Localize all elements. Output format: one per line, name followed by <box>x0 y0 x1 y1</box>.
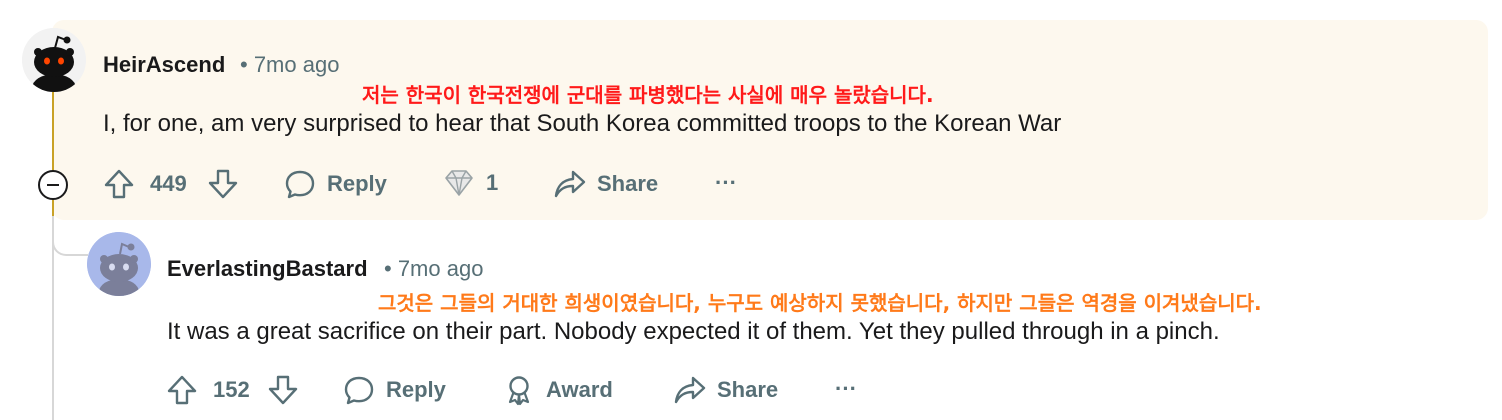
award-ribbon-icon <box>508 376 530 406</box>
award-button[interactable]: Award <box>503 374 613 406</box>
reply-button[interactable]: Reply <box>343 374 446 406</box>
avatar[interactable] <box>87 232 151 296</box>
collapse-thread-button[interactable] <box>38 170 68 200</box>
share-arrow-icon <box>554 170 586 198</box>
more-options-button[interactable]: ··· <box>835 376 857 402</box>
downvote-button[interactable] <box>206 168 240 200</box>
comment-author[interactable]: HeirAscend <box>103 52 225 78</box>
comment-author[interactable]: EverlastingBastard <box>167 256 368 282</box>
share-label: Share <box>597 171 659 196</box>
comment-timestamp[interactable]: • 7mo ago <box>240 52 339 78</box>
avatar[interactable] <box>22 28 86 92</box>
share-button[interactable]: Share <box>553 168 658 200</box>
downvote-arrow-icon <box>268 375 298 405</box>
thread-line[interactable] <box>52 92 54 220</box>
more-options-icon: ··· <box>835 376 857 401</box>
comment-bubble-icon <box>285 170 315 199</box>
vote-count: 449 <box>150 171 187 196</box>
share-arrow-icon <box>674 376 706 404</box>
upvote-arrow-icon <box>104 169 134 199</box>
comment-body: It was a great sacrifice on their part. … <box>167 318 1220 345</box>
upvote-button[interactable] <box>165 374 199 406</box>
translation-overlay: 그것은 그들의 거대한 희생이였습니다, 누구도 예상하지 못했습니다, 하지만… <box>378 291 1262 315</box>
reply-label: Reply <box>327 171 387 196</box>
snoo-avatar-icon <box>22 28 86 92</box>
upvote-button[interactable] <box>102 168 136 200</box>
comment-thread: HeirAscend • 7mo ago 저는 한국이 한국전쟁에 군대를 파병… <box>0 0 1502 420</box>
more-options-button[interactable]: ··· <box>715 170 737 196</box>
share-label: Share <box>717 377 779 402</box>
comment-body: I, for one, am very surprised to hear th… <box>103 110 1062 137</box>
downvote-button[interactable] <box>266 374 300 406</box>
comment-bubble-icon <box>344 376 374 405</box>
snoo-avatar-icon <box>87 232 151 296</box>
award-count: 1 <box>486 170 499 195</box>
reply-button[interactable]: Reply <box>284 168 387 200</box>
translation-overlay: 저는 한국이 한국전쟁에 군대를 파병했다는 사실에 매우 놀랐습니다. <box>362 83 934 107</box>
share-button[interactable]: Share <box>673 374 778 406</box>
comment-timestamp[interactable]: • 7mo ago <box>384 256 483 282</box>
more-options-icon: ··· <box>715 170 737 195</box>
thread-connector <box>52 216 88 256</box>
downvote-arrow-icon <box>208 169 238 199</box>
reply-label: Reply <box>386 377 446 402</box>
upvote-arrow-icon <box>167 375 197 405</box>
vote-count: 152 <box>213 377 250 402</box>
gem-award-icon <box>445 170 473 196</box>
award-button[interactable]: 1 <box>442 168 498 198</box>
minus-icon <box>47 184 59 186</box>
award-label: Award <box>546 377 613 402</box>
